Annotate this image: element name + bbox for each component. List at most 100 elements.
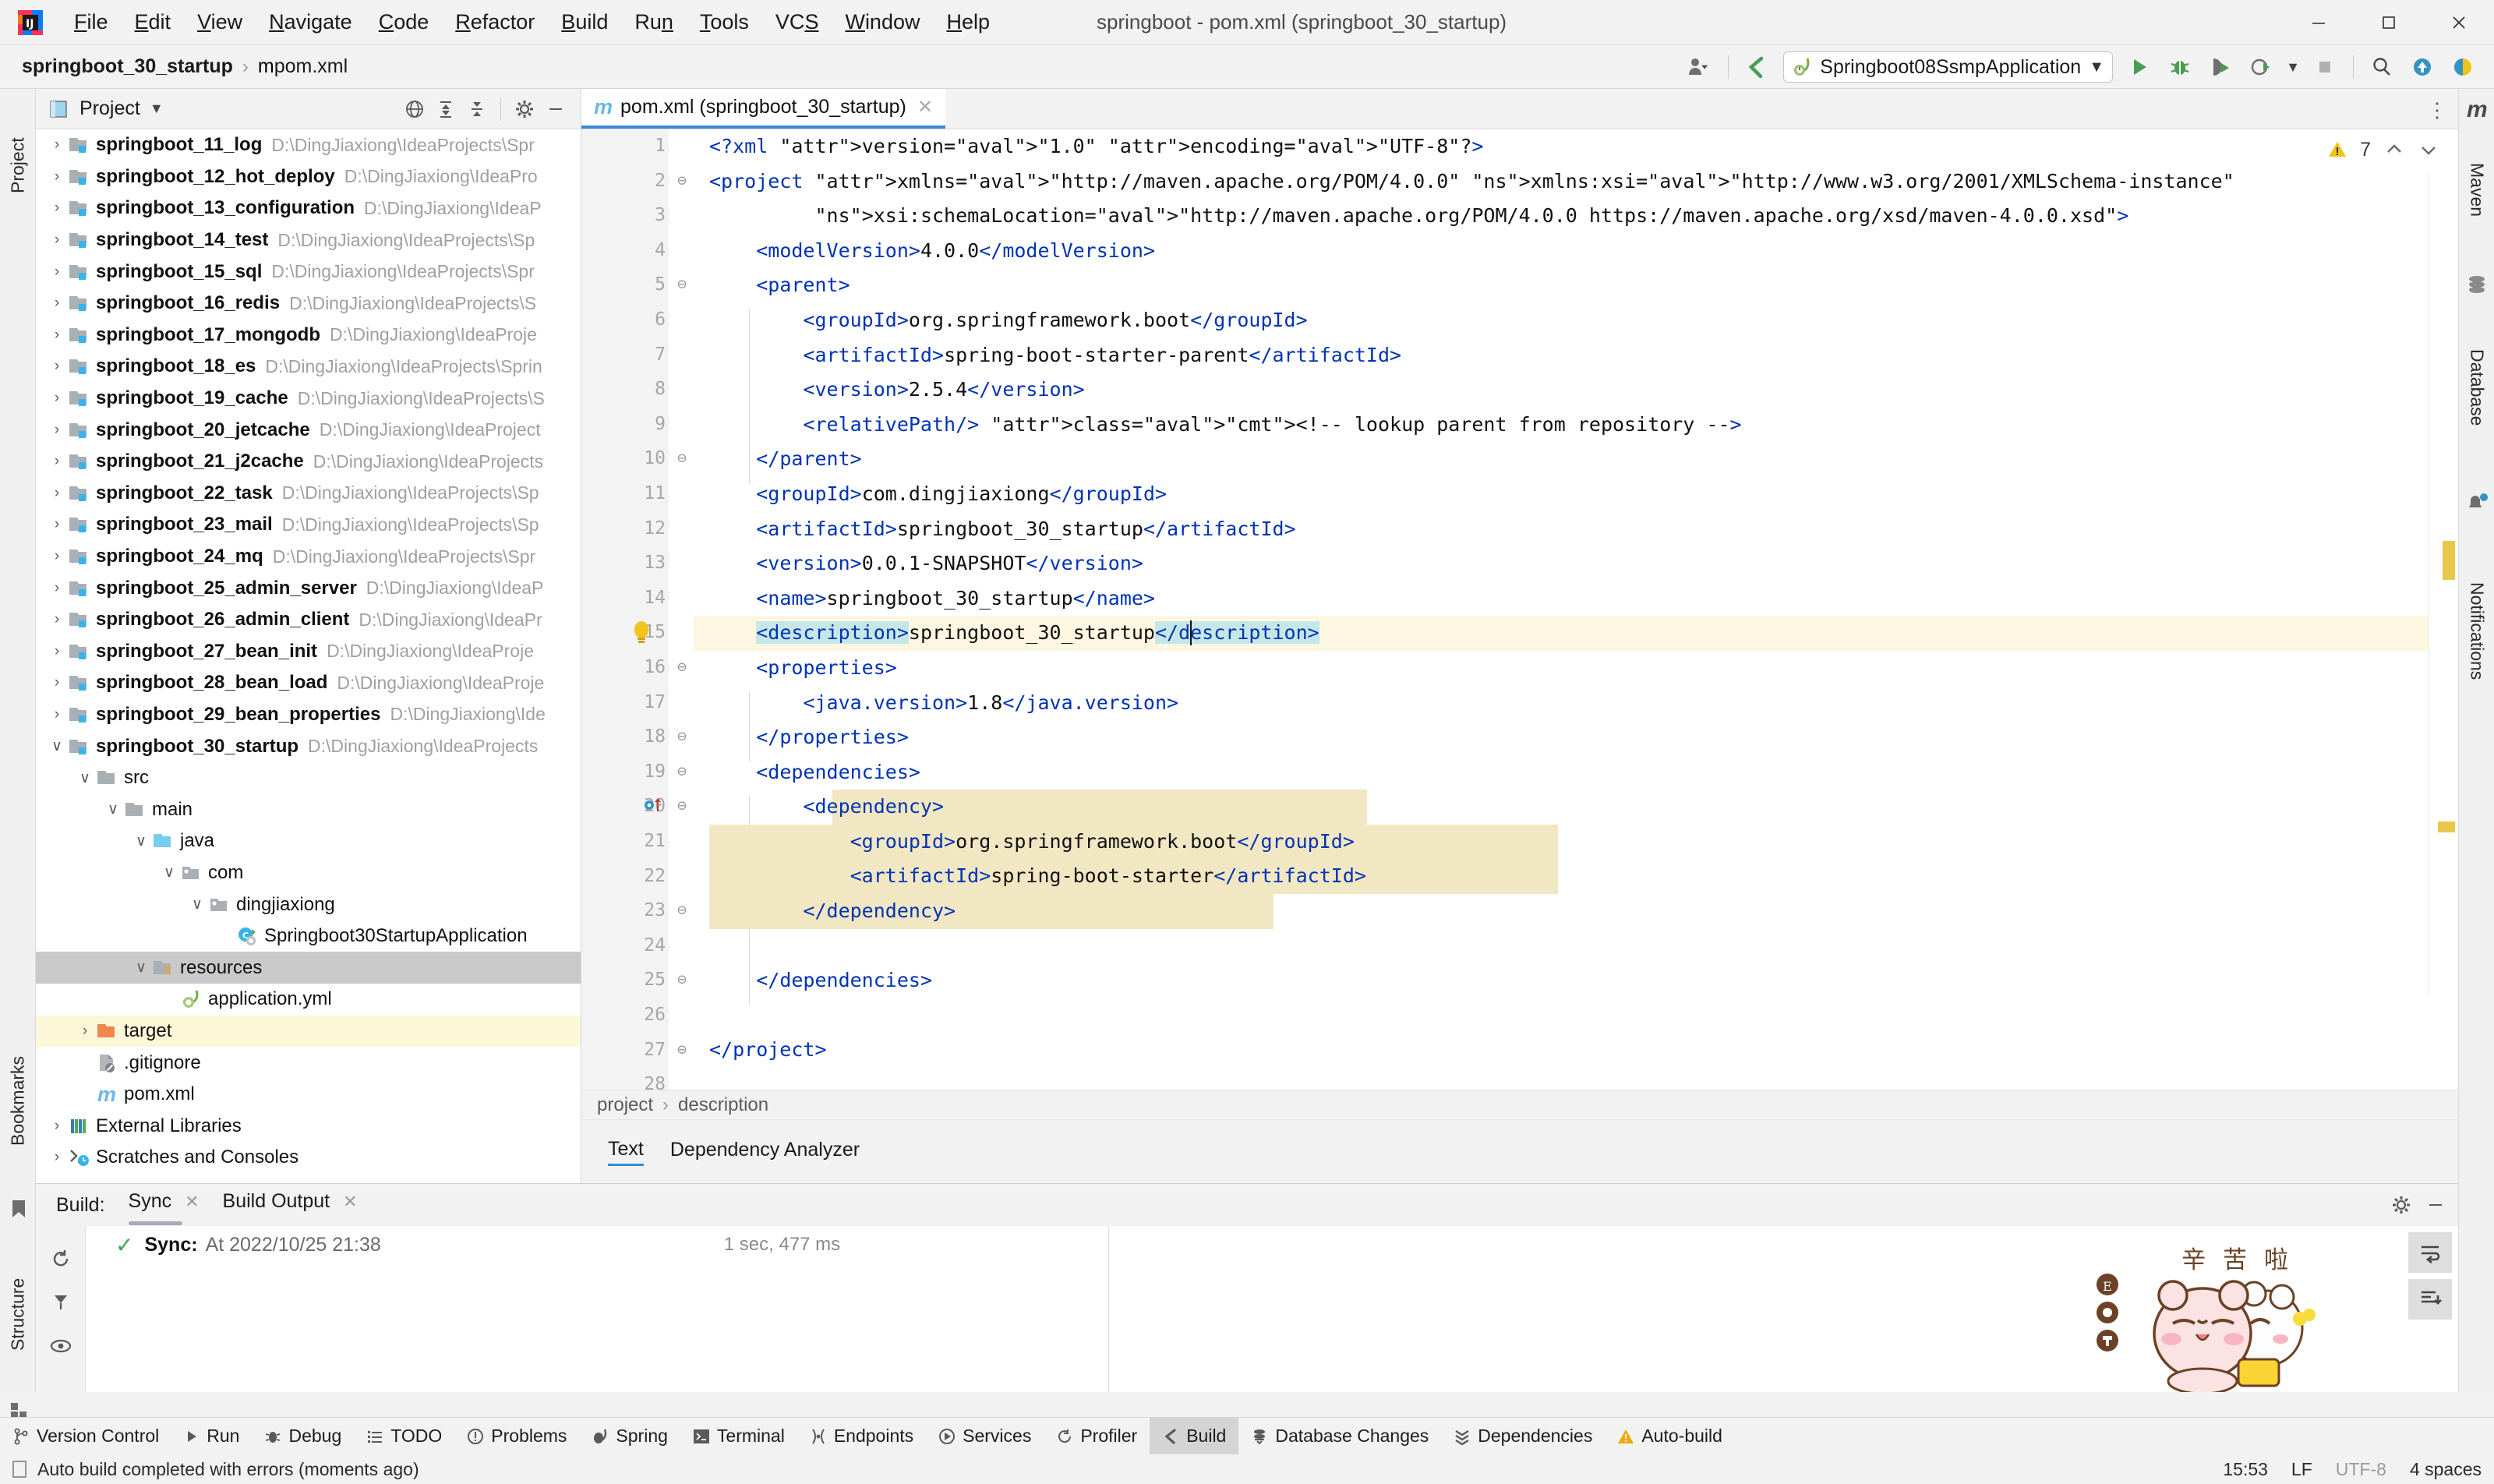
tree-node-springboot-13-configuration[interactable]: › springboot_13_configuration D:\DingJiaxi… <box>36 193 581 224</box>
tab-text[interactable]: Text <box>608 1138 644 1166</box>
next-problem-icon[interactable] <box>2418 139 2439 161</box>
chevron-right-icon[interactable]: › <box>47 516 67 533</box>
chevron-down-icon[interactable]: ∨ <box>103 800 123 818</box>
tab-dependency-analyzer[interactable]: Dependency Analyzer <box>670 1139 860 1164</box>
chevron-right-icon[interactable]: › <box>47 706 67 723</box>
minimize-button[interactable] <box>2284 0 2354 45</box>
tool-window-button-debug[interactable]: Debug <box>252 1418 354 1455</box>
run-icon[interactable] <box>2121 49 2157 85</box>
gear-icon[interactable] <box>509 94 540 125</box>
gear-icon[interactable] <box>2391 1195 2411 1215</box>
tool-window-button-terminal[interactable]: Terminal <box>680 1418 797 1455</box>
chevron-right-icon[interactable]: › <box>47 136 67 154</box>
chevron-down-icon[interactable]: ∨ <box>47 737 67 755</box>
tree-node-springboot-22-task[interactable]: › springboot_22_task D:\DingJiaxiong\IdeaP… <box>36 478 581 510</box>
build-tab-sync[interactable]: Sync ✕ <box>128 1190 200 1225</box>
tree-node-springboot-17-mongodb[interactable]: › springboot_17_mongodb D:\DingJiaxiong\Id… <box>36 320 581 352</box>
scroll-to-end-icon[interactable] <box>2408 1279 2452 1320</box>
build-tab-build-output[interactable]: Build Output ✕ <box>223 1190 358 1221</box>
code-editor[interactable]: 1 2 3 4 5 6 7 8 9 10 11 12 13 14 15 16 17 18 19 20 21 22 23 24 2… <box>581 129 2458 1090</box>
fold-marker-icon[interactable]: ⊖ <box>673 274 691 293</box>
tree-node-springboot-26-admin-client[interactable]: › springboot_26_admin_client D:\DingJiaxio… <box>36 604 581 636</box>
maximize-button[interactable] <box>2354 0 2424 45</box>
tool-window-button-profiler[interactable]: Profiler <box>1044 1418 1150 1455</box>
tool-button-project[interactable]: Project <box>0 95 36 235</box>
chevron-right-icon[interactable]: › <box>47 263 67 281</box>
chevron-right-icon[interactable]: › <box>47 548 67 565</box>
tree-node-springboot30startupapplication[interactable]: C Springboot30StartupApplication <box>36 920 581 952</box>
tree-node--gitignore[interactable]: .gitignore <box>36 1047 581 1079</box>
close-icon[interactable]: ✕ <box>185 1192 199 1211</box>
tool-window-button-database-changes[interactable]: Database Changes <box>1238 1418 1441 1455</box>
more-options-icon[interactable]: ⋮ <box>2427 98 2447 122</box>
tree-node-springboot-29-bean-properties[interactable]: › springboot_29_bean_properties D:\DingJia… <box>36 699 581 731</box>
tree-node-springboot-18-es[interactable]: › springboot_18_es D:\DingJiaxiong\IdeaPro… <box>36 351 581 383</box>
tree-node-main[interactable]: ∨ main <box>36 793 581 825</box>
chevron-right-icon[interactable]: › <box>47 1118 67 1135</box>
chevron-down-icon[interactable]: ▼ <box>2089 58 2104 76</box>
chevron-right-icon[interactable]: › <box>47 643 67 660</box>
menu-code[interactable]: Code <box>366 10 443 34</box>
chevron-down-icon[interactable]: ∨ <box>159 864 179 882</box>
close-button[interactable] <box>2424 0 2494 45</box>
chevron-right-icon[interactable]: › <box>47 295 67 312</box>
code-line-6[interactable]: <groupId>org.springframework.boot</group… <box>694 303 2458 338</box>
code-line-18[interactable]: </properties> <box>694 720 2458 755</box>
status-indent[interactable]: 4 spaces <box>2410 1459 2482 1480</box>
menu-vcs[interactable]: VCS <box>762 10 832 34</box>
code-line-23[interactable]: </dependency> <box>694 894 2458 929</box>
code-line-8[interactable]: <version>2.5.4</version> <box>694 373 2458 408</box>
updates-icon[interactable] <box>2404 49 2440 85</box>
tree-node-springboot-19-cache[interactable]: › springboot_19_cache D:\DingJiaxiong\Idea… <box>36 383 581 415</box>
code-line-10[interactable]: </parent> <box>694 442 2458 477</box>
back-arrow-icon[interactable] <box>1739 49 1775 85</box>
build-detail-pane[interactable]: 辛 苦 啦 E <box>1108 1226 2458 1392</box>
rerun-icon[interactable] <box>36 1237 86 1281</box>
tree-node-src[interactable]: ∨ src <box>36 762 581 794</box>
profile-icon[interactable] <box>1682 49 1718 85</box>
code-line-3[interactable]: "ns">xsi:schemaLocation="aval">"http://m… <box>694 199 2458 234</box>
tree-node-scratches-and-consoles[interactable]: › Scratches and Consoles <box>36 1142 581 1174</box>
tree-node-com[interactable]: ∨ com <box>36 857 581 889</box>
tree-node-springboot-11-log[interactable]: › springboot_11_log D:\DingJiaxiong\IdeaPr… <box>36 129 581 161</box>
tool-window-button-dependencies[interactable]: Dependencies <box>1441 1418 1605 1455</box>
chevron-right-icon[interactable]: › <box>47 611 67 628</box>
chevron-down-icon[interactable]: ∨ <box>187 896 207 913</box>
tree-node-springboot-12-hot-deploy[interactable]: › springboot_12_hot_deploy D:\DingJiaxiong… <box>36 161 581 193</box>
tree-node-springboot-20-jetcache[interactable]: › springboot_20_jetcache D:\DingJiaxiong\I… <box>36 414 581 446</box>
tool-window-button-auto-build[interactable]: Auto-build <box>1605 1418 1735 1455</box>
tool-window-button-endpoints[interactable]: Endpoints <box>797 1418 926 1455</box>
code-line-13[interactable]: <version>0.0.1-SNAPSHOT</version> <box>694 546 2458 581</box>
fold-marker-icon[interactable]: ⊖ <box>673 726 691 745</box>
chevron-right-icon[interactable]: › <box>47 327 67 344</box>
prev-problem-icon[interactable] <box>2383 139 2405 161</box>
code-line-22[interactable]: <artifactId>spring-boot-starter</artifac… <box>694 859 2458 895</box>
code-line-25[interactable]: </dependencies> <box>694 963 2458 998</box>
pin-icon[interactable] <box>36 1281 86 1324</box>
tree-node-springboot-15-sql[interactable]: › springboot_15_sql D:\DingJiaxiong\IdeaPr… <box>36 256 581 288</box>
tree-node-target[interactable]: › target <box>36 1015 581 1048</box>
fold-marker-icon[interactable]: ⊖ <box>673 657 691 676</box>
collapse-all-icon[interactable] <box>461 94 493 125</box>
build-sync-row[interactable]: ✓ Sync: At 2022/10/25 21:38 1 sec, 477 m… <box>86 1226 1108 1263</box>
soft-wrap-icon[interactable] <box>2408 1232 2452 1273</box>
editor-tab-pom-xml[interactable]: m pom.xml (springboot_30_startup) ✕ <box>581 89 945 129</box>
tool-window-button-build[interactable]: Build <box>1150 1417 1239 1455</box>
tree-node-springboot-14-test[interactable]: › springboot_14_test D:\DingJiaxiong\IdeaP… <box>36 224 581 256</box>
menu-refactor[interactable]: Refactor <box>442 10 548 34</box>
debug-icon[interactable] <box>2162 49 2198 85</box>
code-line-12[interactable]: <artifactId>springboot_30_startup</artif… <box>694 512 2458 547</box>
chevron-right-icon[interactable]: › <box>47 168 67 186</box>
tree-node-springboot-16-redis[interactable]: › springboot_16_redis D:\DingJiaxiong\Idea… <box>36 288 581 320</box>
chevron-right-icon[interactable]: › <box>47 422 67 439</box>
menu-help[interactable]: Help <box>933 10 1003 34</box>
code-line-20[interactable]: <dependency> <box>694 790 2458 825</box>
project-panel-title[interactable]: Project <box>79 97 140 120</box>
close-icon[interactable]: ✕ <box>917 96 933 118</box>
code-line-19[interactable]: <dependencies> <box>694 755 2458 790</box>
fold-marker-icon[interactable]: ⊖ <box>673 1040 691 1058</box>
chevron-right-icon[interactable]: › <box>47 485 67 502</box>
tool-button-bookmarks[interactable]: Bookmarks <box>0 1007 36 1194</box>
chevron-right-icon[interactable]: › <box>47 674 67 691</box>
intention-bulb-icon[interactable] <box>631 620 652 645</box>
